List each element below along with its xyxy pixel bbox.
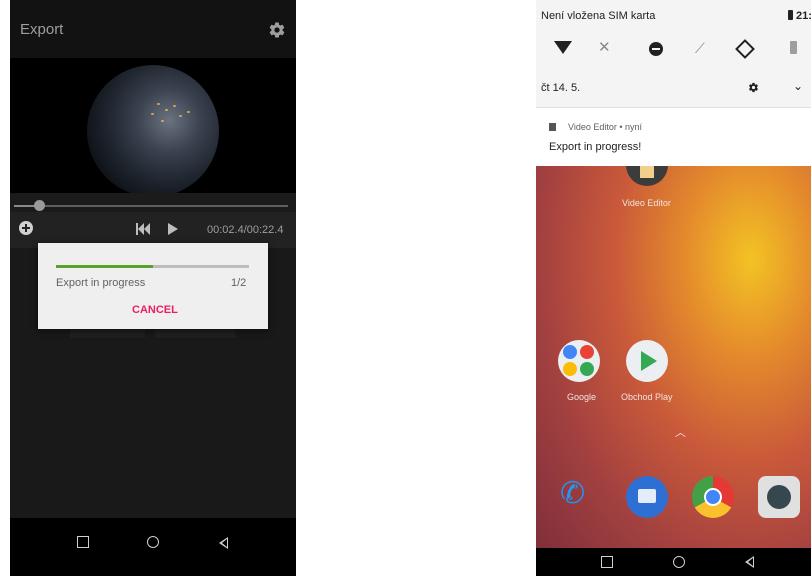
battery-saver-icon[interactable] <box>790 41 797 54</box>
left-phone-screen: Export 00:02.4/00:22.4 Export in progres… <box>10 0 296 576</box>
chevron-up-icon[interactable]: ︿ <box>675 424 686 440</box>
clock: 21:3 <box>796 10 811 22</box>
right-phone-screen: Video Editor Google Obchod Play ︿ ✆ Není… <box>536 0 811 576</box>
gear-icon[interactable] <box>748 82 759 93</box>
wifi-icon[interactable] <box>554 41 572 54</box>
circle-nav-icon[interactable] <box>673 556 685 568</box>
back-nav-icon[interactable] <box>745 556 754 568</box>
film-icon <box>549 123 556 131</box>
export-progress-dialog: Export in progress 1/2 CANCEL <box>38 243 268 329</box>
notification-shade: Není vložena SIM karta 21:3 ✕ ⟋ čt 14. 5… <box>536 0 811 107</box>
square-nav-icon[interactable] <box>601 556 613 568</box>
gear-icon[interactable] <box>268 21 286 39</box>
app-label: Obchod Play <box>621 392 673 402</box>
export-progress-fill <box>56 265 153 268</box>
video-preview[interactable] <box>10 58 296 193</box>
skip-previous-icon[interactable] <box>136 223 150 235</box>
cancel-button[interactable]: CANCEL <box>132 304 178 316</box>
export-progress-label: Export in progress <box>56 277 146 289</box>
play-store-app-icon[interactable] <box>626 340 668 382</box>
square-nav-icon[interactable] <box>77 536 89 548</box>
play-icon[interactable] <box>168 223 178 235</box>
seekbar[interactable] <box>14 205 288 207</box>
add-icon[interactable] <box>19 221 33 235</box>
navigation-bar <box>536 548 811 576</box>
bluetooth-off-icon[interactable]: ✕ <box>598 38 611 56</box>
time-readout: 00:02.4/00:22.4 <box>207 224 284 236</box>
circle-nav-icon[interactable] <box>147 536 159 548</box>
chevron-down-icon[interactable]: ⌄ <box>793 79 803 93</box>
export-progress-bar <box>56 265 249 268</box>
notification-message: Export in progress! <box>549 141 642 153</box>
auto-rotate-icon[interactable] <box>735 39 755 59</box>
sim-status: Není vložena SIM karta <box>541 10 656 22</box>
export-progress-count: 1/2 <box>231 277 247 289</box>
earth-image <box>87 65 219 193</box>
battery-icon <box>788 10 793 20</box>
google-folder-icon[interactable] <box>558 340 600 382</box>
flashlight-off-icon[interactable]: ⟋ <box>695 40 705 57</box>
seekbar-thumb[interactable] <box>33 200 45 211</box>
phone-app-icon[interactable]: ✆ <box>560 476 585 511</box>
date: čt 14. 5. <box>541 82 581 94</box>
notification-card[interactable]: Video Editor • nyní Export in progress! <box>536 107 811 166</box>
page-title: Export <box>20 21 64 38</box>
do-not-disturb-icon[interactable] <box>649 42 663 56</box>
messages-app-icon[interactable] <box>626 476 668 518</box>
app-bar: Export <box>10 0 296 58</box>
notification-app-line: Video Editor • nyní <box>568 122 643 132</box>
app-label: Google <box>567 392 597 402</box>
chrome-app-icon[interactable] <box>692 476 734 518</box>
camera-app-icon[interactable] <box>758 476 800 518</box>
app-label: Video Editor <box>622 198 671 208</box>
back-nav-icon[interactable] <box>219 537 228 549</box>
navigation-bar <box>10 518 296 576</box>
